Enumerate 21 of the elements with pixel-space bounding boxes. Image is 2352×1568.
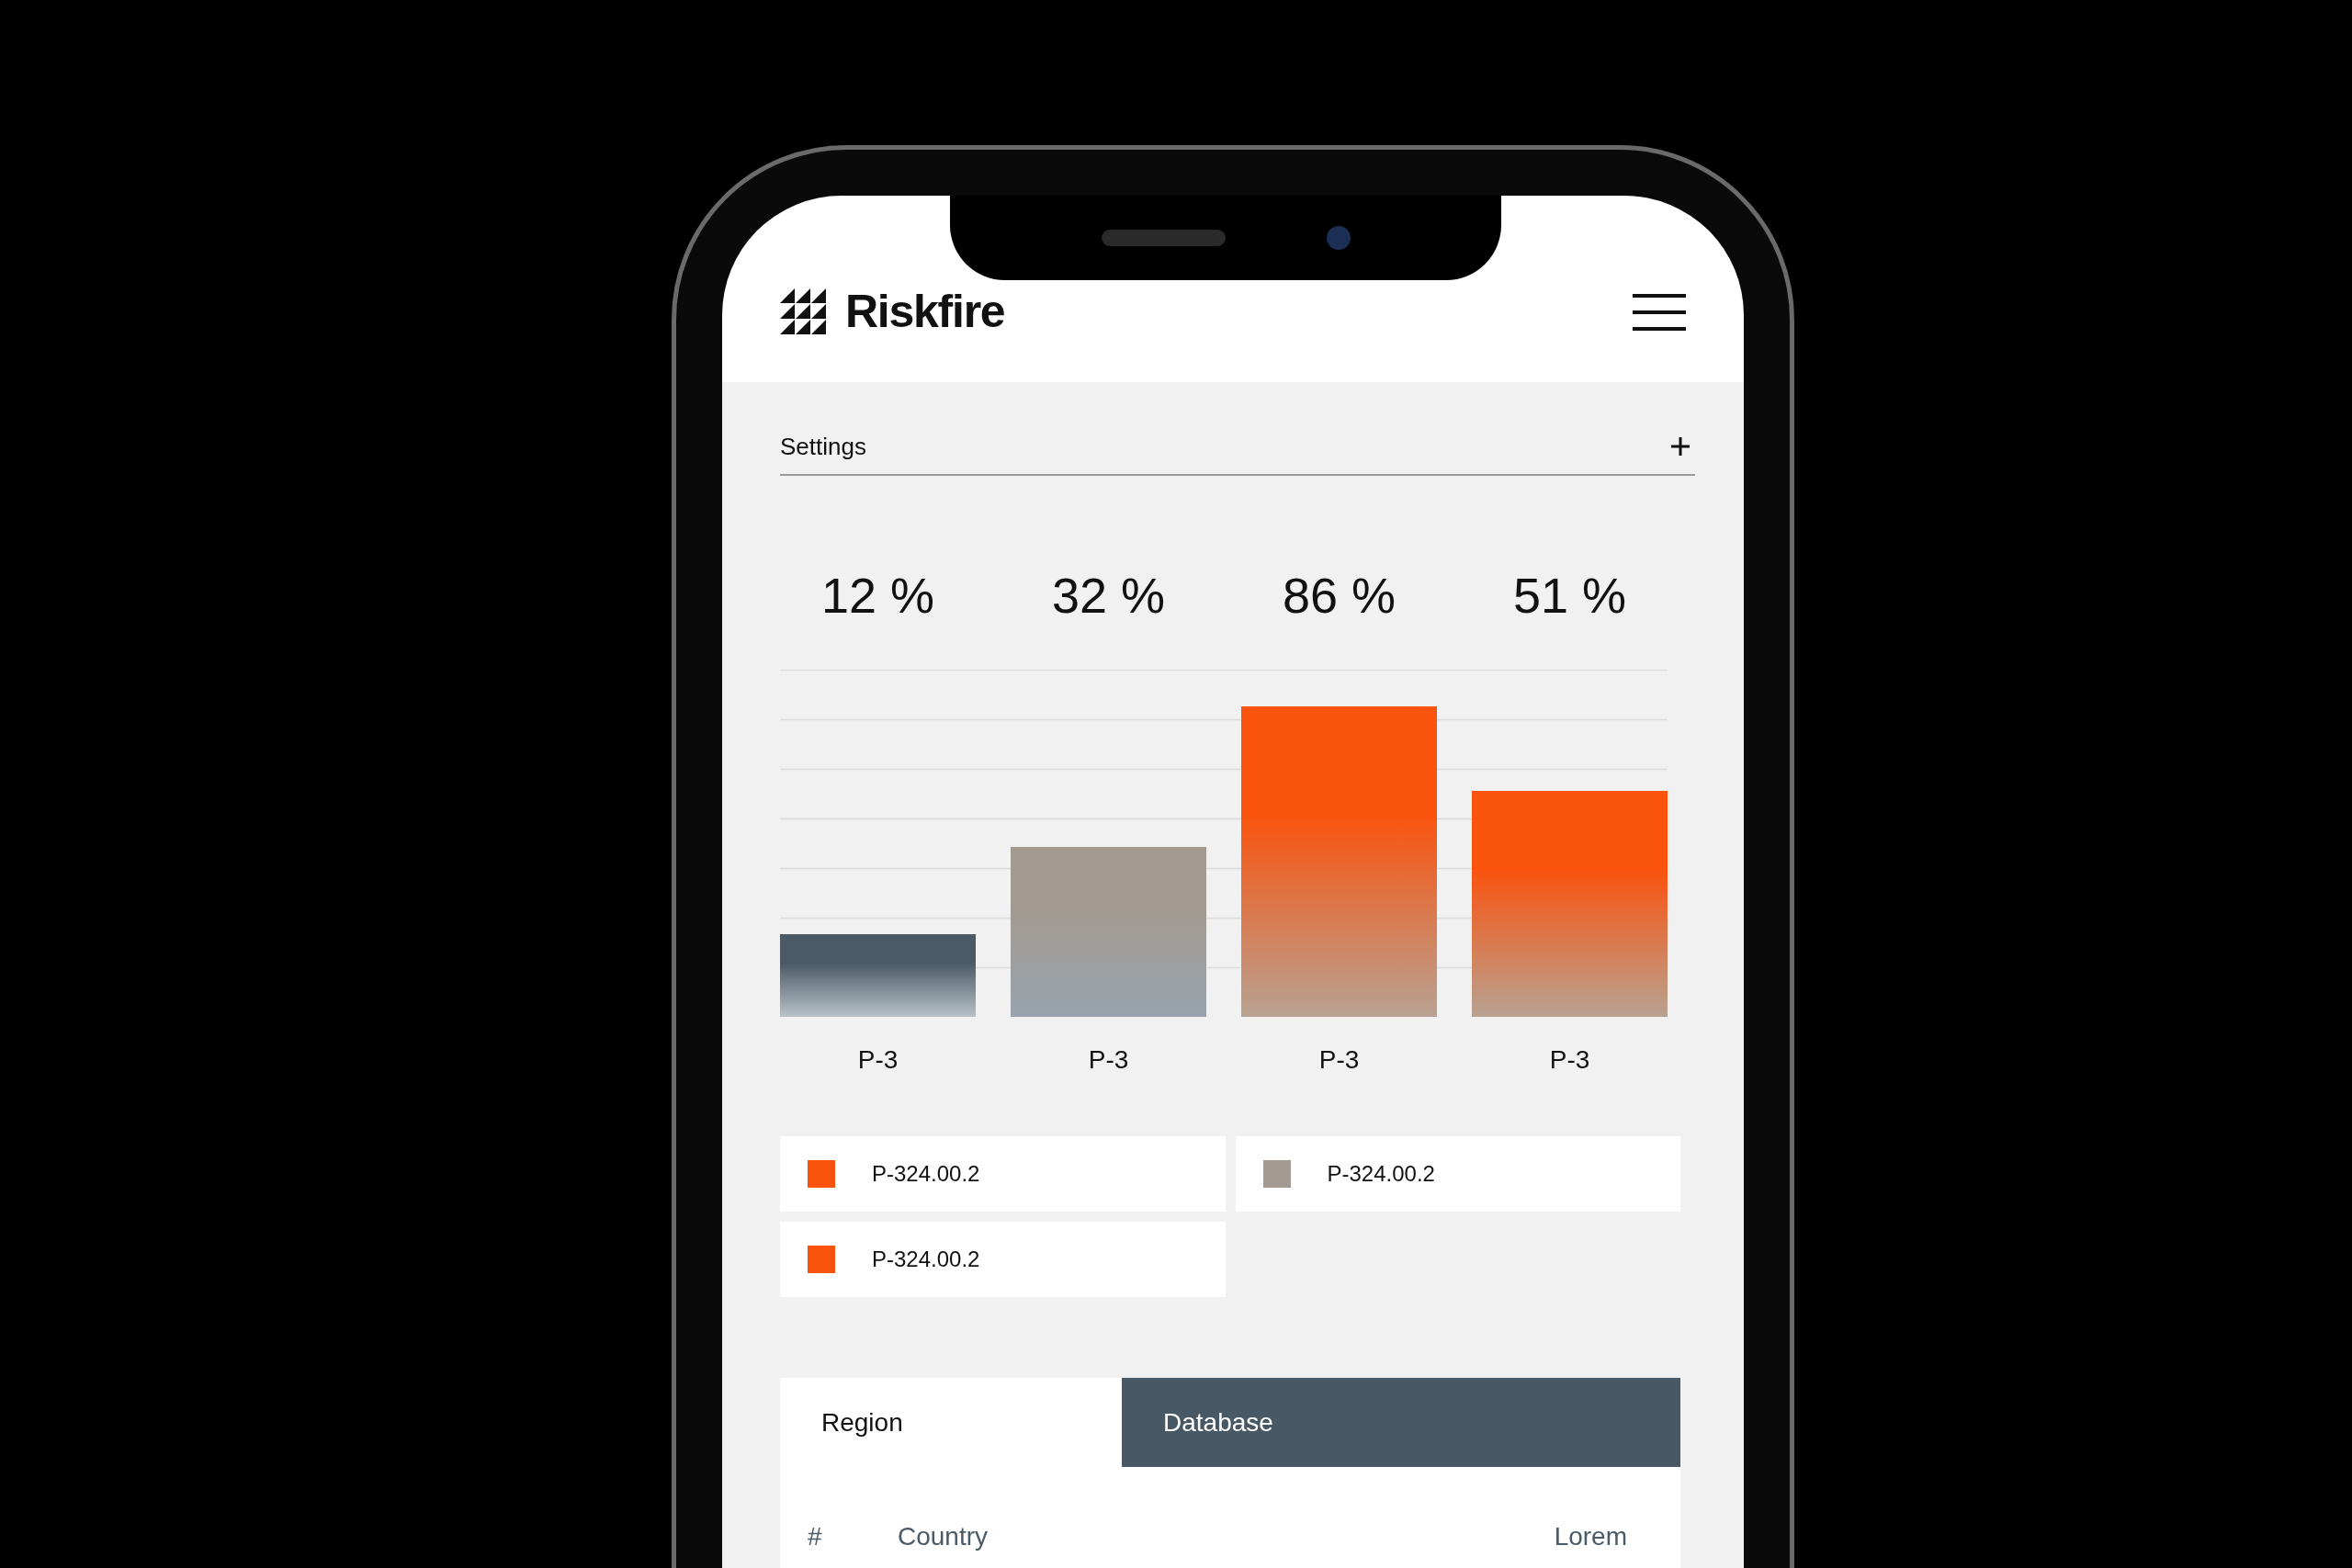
tab[interactable]: Database: [1122, 1378, 1680, 1467]
category-label: P-3: [1317, 1044, 1361, 1076]
column-header: Country: [898, 1521, 989, 1552]
column-header: #: [808, 1521, 823, 1552]
category-label: P-3: [856, 1044, 899, 1076]
value-label: 32 %: [1050, 567, 1167, 625]
legend-label: P-324.00.2: [1327, 1160, 1435, 1188]
settings-row[interactable]: Settings: [780, 419, 1695, 476]
column-header: Lorem: [1554, 1521, 1628, 1552]
settings-label: Settings: [780, 431, 866, 462]
value-label: 12 %: [820, 567, 936, 625]
brand-name: Riskfire: [845, 285, 1005, 339]
logo-icon: [780, 288, 827, 335]
category-label: P-3: [1087, 1044, 1130, 1076]
legend-label: P-324.00.2: [872, 1246, 980, 1273]
legend-label: P-324.00.2: [872, 1160, 980, 1188]
camera-icon: [1326, 226, 1351, 250]
menu-icon[interactable]: [1633, 293, 1686, 331]
value-label: 51 %: [1511, 567, 1628, 625]
value-label: 86 %: [1281, 567, 1397, 625]
category-label: P-3: [1548, 1044, 1591, 1076]
